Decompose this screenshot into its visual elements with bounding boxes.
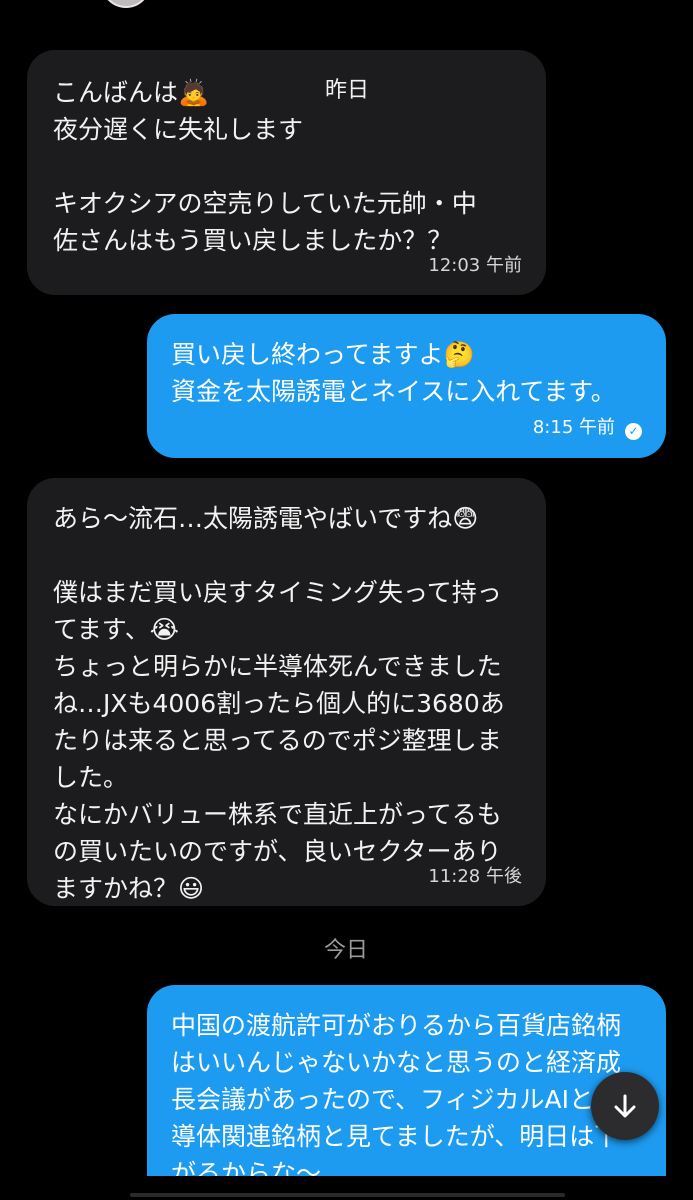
day-label: 昨日 [325, 78, 370, 103]
message-time: 8:15 午前 ✓ [533, 417, 642, 440]
message-bubble-outgoing[interactable]: 買い戻し終わってますよ🤔 資金を太陽誘電とネイスに入れてます。 8:15 午前 ✓ [147, 314, 666, 458]
message-bubble-outgoing[interactable]: 中国の渡航許可がおりるから百貨店銘柄はいいんじゃないかなと思うのと経済成長会議が… [147, 985, 666, 1200]
arrow-down-icon [614, 1094, 636, 1118]
message-text: あら〜流石…太陽誘電やばいですね😨 僕はまだ買い戻すタイミング失って持ってます、… [53, 504, 505, 903]
message-bubble-incoming[interactable]: こんばんは🙇 夜分遅くに失礼します キオクシアの空売りしていた元帥・中佐さんはも… [27, 50, 546, 295]
chat-thread: こんばんは🙇 夜分遅くに失礼します キオクシアの空売りしていた元帥・中佐さんはも… [0, 0, 693, 1200]
message-bubble-incoming[interactable]: あら〜流石…太陽誘電やばいですね😨 僕はまだ買い戻すタイミング失って持ってます、… [27, 478, 546, 906]
message-time: 12:03 午前 [428, 255, 522, 276]
composer-edge [130, 1193, 565, 1197]
check-circle-icon: ✓ [625, 423, 642, 440]
message-time: 11:28 午後 [428, 866, 522, 887]
scroll-down-button[interactable] [591, 1072, 659, 1140]
avatar[interactable] [101, 0, 151, 8]
message-text: 買い戻し終わってますよ🤔 資金を太陽誘電とネイスに入れてます。 [171, 340, 616, 406]
message-text: 中国の渡航許可がおりるから百貨店銘柄はいいんじゃないかなと思うのと経済成長会議が… [171, 1011, 622, 1188]
message-text: こんばんは🙇 夜分遅くに失礼します キオクシアの空売りしていた元帥・中佐さんはも… [53, 78, 477, 255]
message-time-label: 8:15 午前 [532, 417, 615, 438]
day-divider: 今日 [324, 938, 369, 963]
